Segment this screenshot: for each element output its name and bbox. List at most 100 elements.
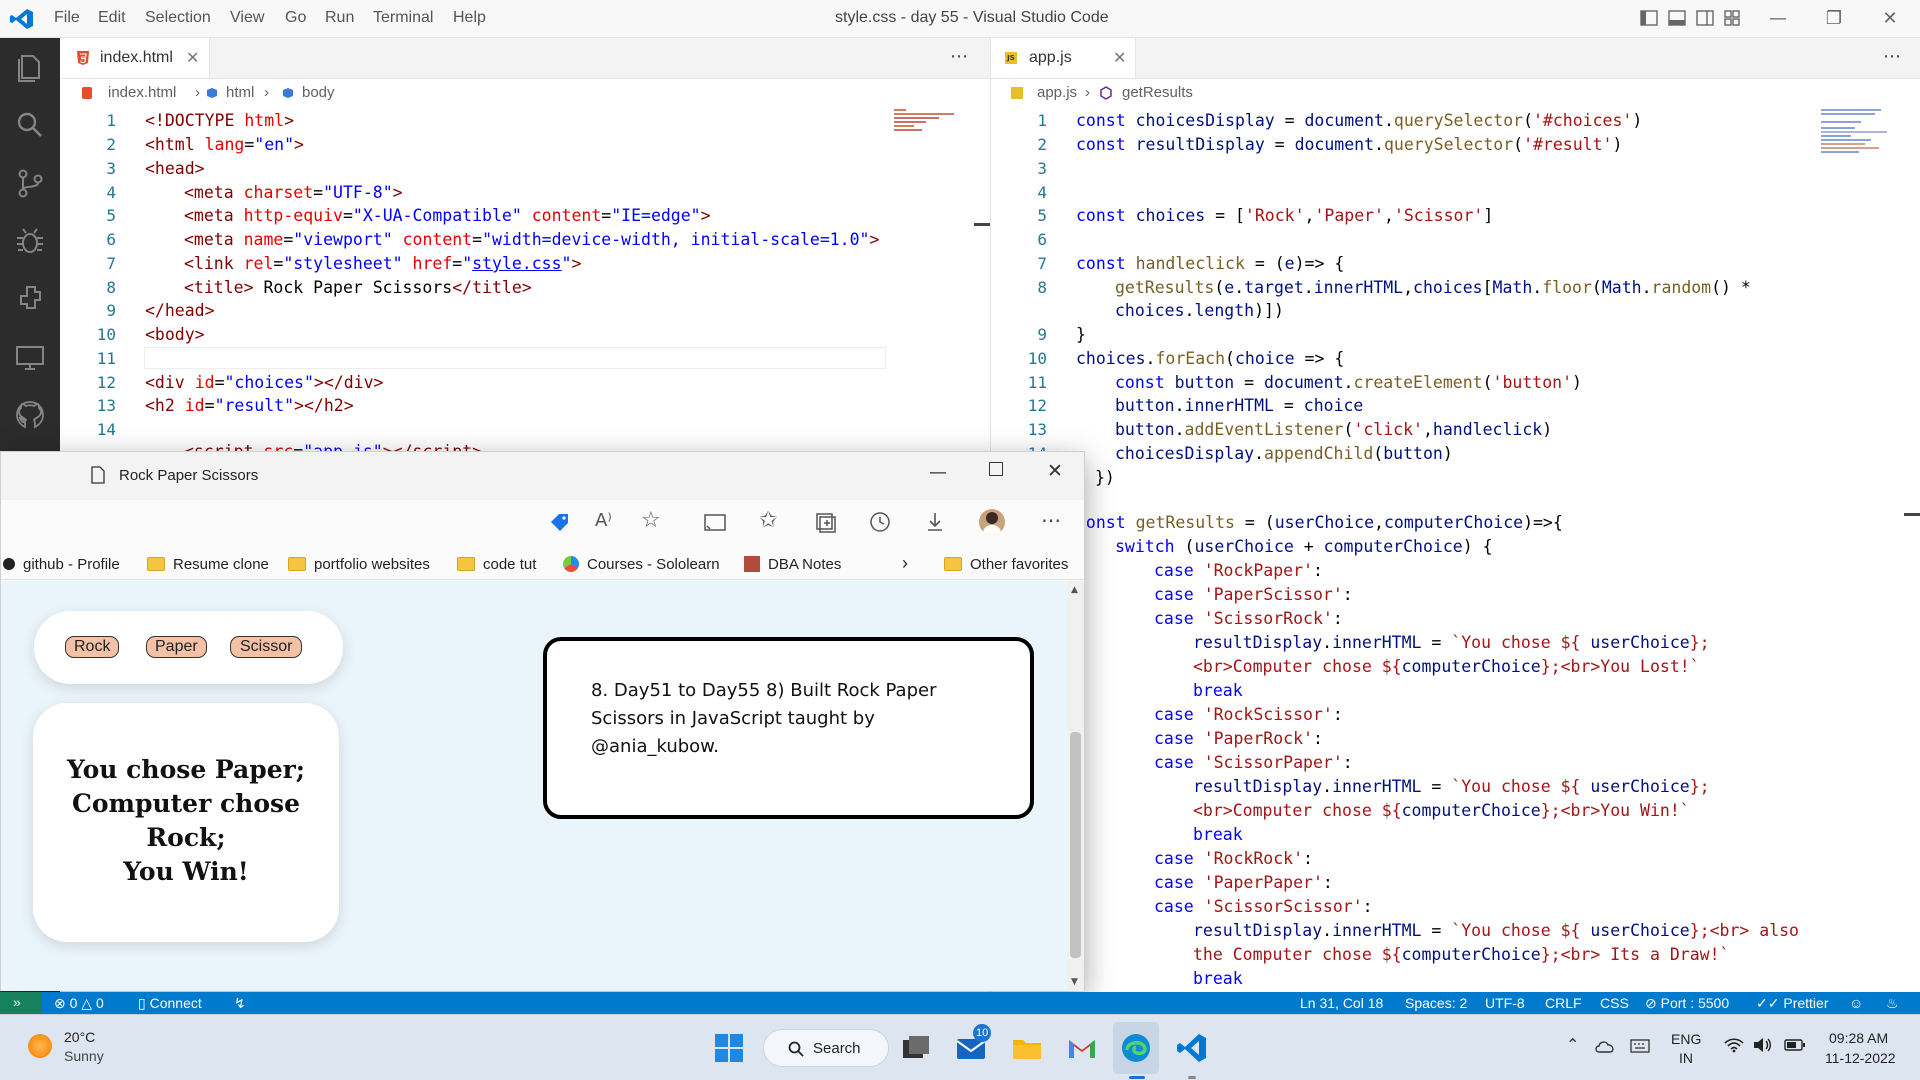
menu-selection[interactable]: Selection — [145, 9, 211, 27]
right-editor[interactable]: app.js › getResults 1234567891011121314 … — [991, 79, 1920, 992]
favorite-portfolio[interactable]: portfolio websites — [288, 556, 430, 573]
downloads-icon[interactable] — [925, 511, 945, 533]
more-actions-icon[interactable]: ⋯ — [1883, 46, 1902, 67]
tab-index-html[interactable]: index.html ✕ — [60, 38, 210, 78]
clock-time[interactable]: 09:28 AM — [1829, 1030, 1888, 1046]
search-icon[interactable] — [13, 108, 47, 142]
windows-start-icon[interactable] — [713, 1032, 745, 1064]
more-favorites-chevron-icon[interactable]: › — [902, 553, 908, 574]
menu-help[interactable]: Help — [453, 9, 486, 27]
scroll-up-icon[interactable]: ▲ — [1071, 585, 1078, 595]
breadcrumb-file[interactable]: index.html — [108, 84, 176, 101]
sun-weather-icon[interactable] — [28, 1034, 52, 1058]
show-hidden-icons-icon[interactable]: ⌃ — [1566, 1035, 1579, 1054]
scissor-button[interactable]: Scissor — [230, 636, 303, 658]
left-editor[interactable]: index.html › html › body 1 2 3 4 5 6 7 8 9 10 11 12… — [60, 79, 990, 461]
encoding[interactable]: UTF-8 — [1485, 995, 1525, 1011]
more-actions-icon[interactable]: ⋯ — [950, 46, 969, 67]
breadcrumb-html[interactable]: html — [226, 84, 254, 101]
prettier-indicator[interactable]: ✓✓ Prettier — [1756, 995, 1828, 1012]
menu-view[interactable]: View — [230, 9, 264, 27]
line-ending[interactable]: CRLF — [1545, 995, 1582, 1011]
close-icon[interactable]: ✕ — [1047, 460, 1063, 482]
minimap[interactable] — [1821, 107, 1893, 179]
mail-app-icon[interactable]: 10 — [955, 1024, 992, 1064]
favorite-other[interactable]: Other favorites — [944, 556, 1068, 573]
minimize-icon[interactable]: — — [1758, 6, 1798, 32]
favorite-code-tut[interactable]: code tut — [457, 556, 536, 573]
rock-button[interactable]: Rock — [65, 636, 120, 658]
menu-run[interactable]: Run — [325, 9, 354, 27]
scroll-down-icon[interactable]: ▼ — [1071, 977, 1078, 987]
add-favorite-icon[interactable]: ☆ — [641, 508, 661, 533]
favorite-resume-clone[interactable]: Resume clone — [147, 556, 269, 573]
github-icon[interactable] — [13, 398, 47, 432]
menu-file[interactable]: File — [54, 9, 80, 27]
source-control-icon[interactable] — [13, 166, 47, 200]
feedback-icon[interactable]: ☺ — [1849, 995, 1863, 1011]
tab-app-js[interactable]: JS app.js ✕ — [991, 38, 1136, 78]
clock-date[interactable]: 11-12-2022 — [1825, 1050, 1896, 1066]
favorite-sololearn[interactable]: Courses - Sololearn — [563, 556, 720, 573]
weather-condition[interactable]: Sunny — [64, 1048, 104, 1064]
wifi-icon[interactable] — [1724, 1037, 1744, 1053]
paper-button[interactable]: Paper — [146, 636, 207, 658]
notifications-bell-icon[interactable]: ♨ — [1886, 995, 1899, 1012]
indentation[interactable]: Spaces: 2 — [1405, 995, 1467, 1011]
page-scrollbar[interactable]: ▲ ▼ — [1067, 581, 1084, 991]
remote-explorer-icon[interactable] — [13, 340, 47, 374]
battery-icon[interactable] — [1784, 1039, 1806, 1051]
customize-layout-icon[interactable] — [1724, 10, 1740, 26]
taskbar-search[interactable]: Search — [763, 1029, 889, 1067]
remote-indicator[interactable]: » — [0, 992, 42, 1014]
volume-icon[interactable] — [1752, 1037, 1772, 1053]
vscode-taskbar-icon[interactable] — [1176, 1032, 1208, 1064]
settings-more-icon[interactable]: ⋯ — [1041, 508, 1061, 532]
toggle-sidebar-icon[interactable] — [1640, 10, 1658, 26]
cursor-position[interactable]: Ln 31, Col 18 — [1300, 995, 1383, 1011]
collections-icon[interactable] — [815, 512, 837, 534]
temperature[interactable]: 20°C — [64, 1029, 95, 1045]
onedrive-icon[interactable] — [1594, 1039, 1616, 1053]
toggle-secondary-sidebar-icon[interactable] — [1696, 10, 1714, 26]
menu-go[interactable]: Go — [285, 9, 306, 27]
problems-indicator[interactable]: ⊗ 0 △ 0 — [54, 995, 104, 1012]
keyboard-icon[interactable] — [1630, 1039, 1650, 1053]
toggle-panel-icon[interactable] — [1668, 10, 1686, 26]
read-aloud-icon[interactable]: A⁾ — [595, 510, 612, 531]
favorite-dba-notes[interactable]: DBA Notes — [744, 556, 841, 573]
task-view-icon[interactable] — [900, 1032, 932, 1064]
close-tab-icon[interactable]: ✕ — [186, 48, 199, 67]
breadcrumb-body[interactable]: body — [302, 84, 335, 101]
explorer-icon[interactable] — [13, 50, 47, 84]
breadcrumb-function[interactable]: getResults — [1122, 84, 1193, 101]
connect-indicator[interactable]: ▯ Connect — [138, 995, 202, 1012]
browser-tab-title[interactable]: Rock Paper Scissors — [119, 467, 258, 484]
vscode-logo-icon[interactable] — [10, 8, 34, 30]
cast-icon[interactable] — [704, 514, 726, 532]
minimize-icon[interactable]: — — [929, 462, 947, 483]
extensions-icon[interactable] — [13, 282, 47, 316]
favorite-github[interactable]: github - Profile — [3, 556, 120, 573]
menu-edit[interactable]: Edit — [98, 9, 126, 27]
run-debug-icon[interactable] — [13, 224, 47, 258]
favorites-icon[interactable]: ✩ — [759, 508, 777, 533]
breadcrumb-file[interactable]: app.js — [1037, 84, 1077, 101]
scrollbar-thumb[interactable] — [1070, 732, 1081, 958]
input-region[interactable]: IN — [1679, 1050, 1693, 1066]
history-icon[interactable] — [869, 511, 891, 533]
gmail-icon[interactable] — [1066, 1032, 1098, 1064]
minimap[interactable] — [894, 107, 974, 147]
restore-icon[interactable]: ❐ — [1814, 6, 1854, 32]
maximize-icon[interactable] — [989, 462, 1003, 476]
close-icon[interactable]: ✕ — [1870, 6, 1910, 32]
live-server-port[interactable]: ⊘ Port : 5500 — [1645, 995, 1729, 1012]
input-language[interactable]: ENG — [1671, 1031, 1701, 1047]
file-explorer-icon[interactable] — [1011, 1032, 1043, 1064]
edge-browser-icon[interactable] — [1120, 1032, 1152, 1064]
menu-terminal[interactable]: Terminal — [373, 9, 433, 27]
language-mode[interactable]: CSS — [1600, 995, 1629, 1011]
close-tab-icon[interactable]: ✕ — [1113, 48, 1126, 67]
coupon-tag-icon[interactable] — [549, 512, 571, 534]
lightning-icon[interactable]: ↯ — [234, 995, 246, 1012]
